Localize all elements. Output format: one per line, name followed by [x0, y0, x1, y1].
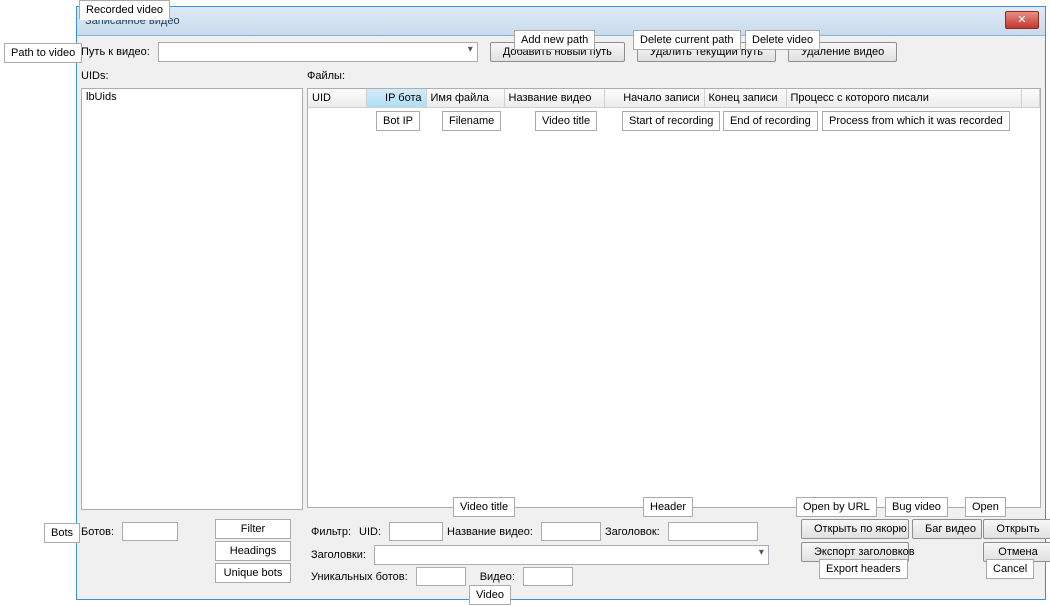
filter-header-field[interactable]	[668, 522, 758, 541]
annot-video-title: Video title	[453, 497, 515, 517]
filter-title-field[interactable]	[541, 522, 601, 541]
filter-button-annot[interactable]: Filter	[215, 519, 291, 539]
col-spacer	[1022, 89, 1040, 107]
bug-video-button[interactable]: Баг видео	[912, 519, 982, 539]
annot-open-by-url: Open by URL	[796, 497, 877, 517]
label-video-ru: Видео:	[480, 571, 519, 583]
col-end[interactable]: Конец записи	[704, 89, 786, 107]
annot-bots: Bots	[44, 523, 80, 543]
unique-bots-button-annot[interactable]: Unique bots	[215, 563, 291, 583]
annot-export-headers: Export headers	[819, 559, 908, 579]
tab-recorded-video[interactable]: Recorded video	[79, 0, 170, 20]
label-bots: Ботов:	[81, 526, 118, 538]
video-count-field[interactable]	[523, 567, 573, 586]
uid-listbox[interactable]: lbUids	[81, 88, 303, 510]
label-header-ru: Заголовок:	[605, 526, 664, 538]
label-filter: Фильтр:	[311, 526, 355, 538]
col-ip[interactable]: IP бота	[366, 89, 426, 107]
headings-combo[interactable]	[374, 545, 769, 565]
annot-add-new-path: Add new path	[514, 30, 595, 50]
annot-delete-current-path: Delete current path	[633, 30, 741, 50]
annot-open: Open	[965, 497, 1006, 517]
annot-header: Header	[643, 497, 693, 517]
bots-count-field[interactable]	[122, 522, 178, 541]
label-unique-bots-ru: Уникальных ботов:	[311, 571, 412, 583]
col-title[interactable]: Название видео	[504, 89, 604, 107]
open-button[interactable]: Открыть	[983, 519, 1050, 539]
close-icon: ✕	[1017, 6, 1026, 34]
col-filename[interactable]: Имя файла	[426, 89, 504, 107]
annot-filename: Filename	[442, 111, 501, 131]
annot-video-title-col: Video title	[535, 111, 597, 131]
label-files: Файлы:	[307, 70, 345, 82]
annot-start-recording: Start of recording	[622, 111, 720, 131]
col-uid[interactable]: UID	[308, 89, 366, 107]
label-headings-ru: Заголовки:	[311, 549, 370, 561]
combo-path[interactable]	[158, 42, 478, 62]
col-start[interactable]: Начало записи	[604, 89, 704, 107]
annot-cancel: Cancel	[986, 559, 1034, 579]
headings-button-annot[interactable]: Headings	[215, 541, 291, 561]
unique-bots-field[interactable]	[416, 567, 466, 586]
label-filter-uid: UID:	[359, 526, 385, 538]
label-path: Путь к видео:	[81, 46, 154, 58]
annot-end-recording: End of recording	[723, 111, 818, 131]
col-process[interactable]: Процесс с которого писали	[786, 89, 1022, 107]
annot-delete-video: Delete video	[745, 30, 820, 50]
annot-video: Video	[469, 585, 511, 605]
annot-process-from: Process from which it was recorded	[822, 111, 1010, 131]
close-button[interactable]: ✕	[1005, 11, 1039, 29]
label-video-title-ru: Название видео:	[447, 526, 537, 538]
open-anchor-button[interactable]: Открыть по якорю	[801, 519, 909, 539]
label-uids: UIDs:	[81, 70, 307, 82]
annot-bug-video: Bug video	[885, 497, 948, 517]
list-item[interactable]: lbUids	[86, 91, 298, 103]
files-grid[interactable]: UID IP бота Имя файла Название видео Нач…	[307, 88, 1041, 508]
window-recorded-video: Записанное видео ✕ Путь к видео: Добавит…	[76, 6, 1046, 600]
annot-bot-ip: Bot IP	[376, 111, 420, 131]
filter-uid-field[interactable]	[389, 522, 443, 541]
annot-path-to-video: Path to video	[4, 43, 82, 63]
